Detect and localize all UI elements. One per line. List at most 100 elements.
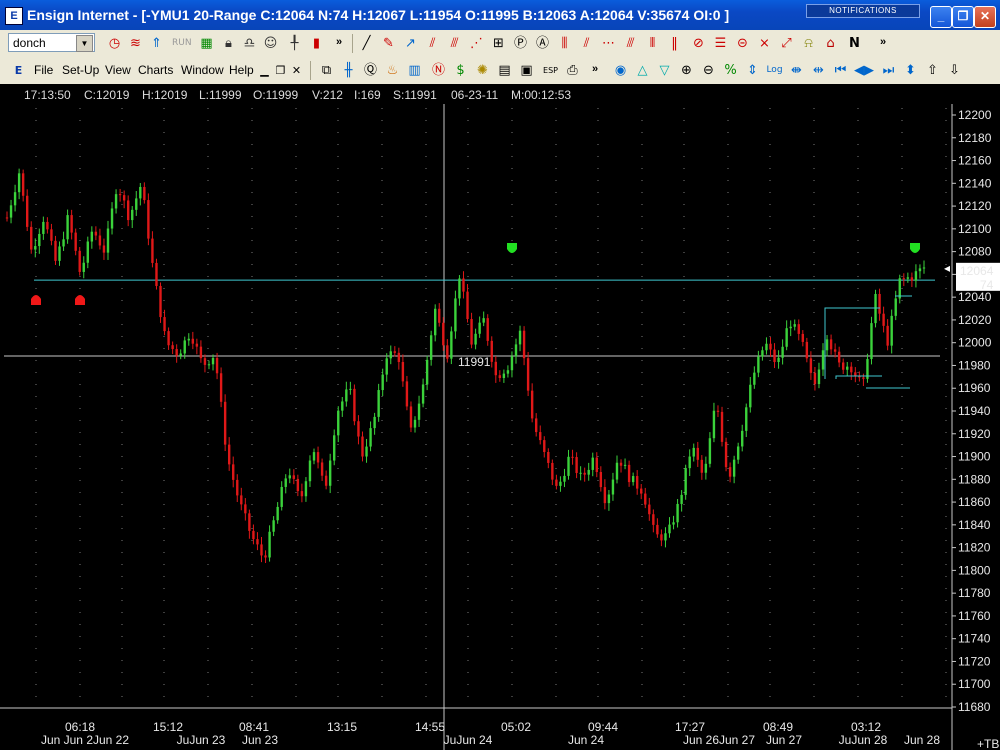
candle-body (769, 343, 772, 350)
notifications-button[interactable]: NOTIFICATIONS (806, 4, 920, 18)
scroll-left-right-icon[interactable]: ◀▶ (854, 62, 874, 79)
candle-body (139, 186, 142, 199)
fib-levels-icon[interactable]: ☰ (712, 35, 729, 52)
log-icon[interactable]: Log (766, 62, 783, 79)
scale-expand-icon[interactable]: ⇕ (744, 62, 761, 79)
candle-body (58, 246, 61, 261)
arrow-down-outline-icon[interactable]: ⇩ (946, 62, 963, 79)
grid-icon[interactable]: ▦ (198, 35, 215, 52)
a-icon[interactable]: Ⓐ (534, 35, 551, 52)
close-button[interactable]: ✕ (974, 6, 996, 28)
up-down-icon[interactable]: ⬍ (902, 62, 919, 79)
scroll-end-icon[interactable]: ⏭ (880, 62, 897, 79)
more-chevron-2[interactable]: » (880, 36, 886, 48)
bar-s: S:11991 (393, 88, 437, 102)
run-icon[interactable]: RUN (172, 35, 192, 52)
price-tick-label: 11960 (958, 381, 991, 395)
fan-icon[interactable]: ⫽ (424, 35, 441, 52)
arc-icon[interactable]: ⤢ (778, 35, 795, 52)
lock-icon[interactable]: 🔒︎ (220, 35, 237, 52)
p-icon[interactable]: Ⓟ (512, 35, 529, 52)
candle-body (429, 335, 433, 360)
candle-body (486, 318, 489, 341)
more-chevron-3[interactable]: » (592, 63, 598, 75)
wave-icon[interactable]: ≋ (127, 35, 144, 52)
esp-icon[interactable]: ESP (542, 62, 559, 79)
ray-icon[interactable]: ↗ (402, 35, 419, 52)
spiral-icon[interactable]: ⊝ (734, 35, 751, 52)
triangle-up-icon[interactable]: △ (634, 62, 651, 79)
menu-window[interactable]: Window (181, 63, 224, 77)
minimize-button[interactable]: _ (930, 6, 952, 28)
candle-body (70, 215, 73, 233)
menu-file[interactable]: File (34, 63, 53, 77)
columns-icon[interactable]: ▥ (406, 62, 423, 79)
candle-body (914, 271, 918, 281)
news-icon[interactable]: Ⓝ (430, 62, 447, 79)
arrow-up-outline-icon[interactable]: ⇧ (924, 62, 941, 79)
chevron-down-icon[interactable]: ▼ (76, 35, 93, 52)
candle-body (405, 381, 409, 407)
percent-icon[interactable]: % (722, 62, 739, 79)
pencil-icon[interactable]: ✎ (380, 35, 397, 52)
scale-icon[interactable]: ♎︎ (241, 35, 258, 52)
fib-time-icon[interactable]: ⦀ (644, 35, 661, 52)
bar-chart-icon[interactable]: ╫ (340, 62, 357, 79)
line-tool-icon[interactable]: ╱ (358, 35, 375, 52)
bar-date: 06-23-11 (451, 88, 499, 102)
child-close-icon[interactable]: ✕ (288, 62, 305, 79)
time-zones-icon[interactable]: ‖ (666, 35, 683, 52)
zoom-out-icon[interactable]: ⊖ (700, 62, 717, 79)
app-menu-icon[interactable]: E (10, 62, 27, 79)
restore-button[interactable]: ❐ (952, 6, 974, 28)
quote-icon[interactable]: Ⓠ (362, 62, 379, 79)
printer-icon[interactable]: ⎙ (564, 62, 581, 79)
child-minimize-icon[interactable]: ▁ (256, 62, 273, 79)
candle-icon[interactable]: ▮ (308, 35, 325, 52)
cycle-icon[interactable]: ⫼ (556, 35, 573, 52)
candle-body (25, 195, 29, 227)
layout-icon[interactable]: ▣ (518, 62, 535, 79)
candle-body (341, 401, 344, 411)
price-chart[interactable]: 11991 12200 12180 12160 12140 12120 12100 1208… (0, 104, 1000, 750)
menu-charts[interactable]: Charts (138, 63, 173, 77)
channel-icon[interactable]: ⫽ (578, 35, 595, 52)
expand-icon[interactable]: ⇹ (810, 62, 827, 79)
regression-icon[interactable]: ⋰ (468, 35, 485, 52)
face-icon[interactable]: ☺ (262, 35, 279, 52)
price-tick-label: 12140 (958, 176, 992, 190)
candle-body (494, 361, 497, 376)
book-icon[interactable]: ▤ (496, 62, 513, 79)
date-tick-label: Jun 24 (568, 733, 604, 747)
alert-icon[interactable]: ✺ (474, 62, 491, 79)
menu-setup[interactable]: Set-Up (62, 63, 99, 77)
fib-fan-icon[interactable]: ⫻ (622, 35, 639, 52)
bell-icon[interactable]: ⍾ (800, 35, 817, 52)
zoom-in-icon[interactable]: ⊕ (678, 62, 695, 79)
dollar-icon[interactable]: $ (452, 62, 469, 79)
windows-icon[interactable]: ⧉ (318, 62, 335, 79)
arrow-up-icon[interactable]: ⇑ (148, 35, 165, 52)
bar-icon[interactable]: ╀ (286, 35, 303, 52)
scroll-start-icon[interactable]: ⏮ (832, 62, 849, 79)
candle-body (890, 315, 893, 346)
compress-icon[interactable]: ⇼ (788, 62, 805, 79)
triangle-down-icon[interactable]: ▽ (656, 62, 673, 79)
study-combo[interactable]: donch ▼ (8, 33, 95, 52)
house-icon[interactable]: ⌂ (822, 35, 839, 52)
more-chevron[interactable]: » (336, 36, 342, 48)
menu-help[interactable]: Help (229, 63, 254, 77)
table-icon[interactable]: ⊞ (490, 35, 507, 52)
menu-view[interactable]: View (105, 63, 131, 77)
fire-icon[interactable]: ♨ (384, 62, 401, 79)
candle-body (9, 205, 13, 218)
child-restore-icon[interactable]: ❐ (272, 62, 289, 79)
circle-icon[interactable]: ⊘ (690, 35, 707, 52)
andrews-icon[interactable]: ⋯ (600, 35, 617, 52)
globe-icon[interactable]: ◉ (612, 62, 629, 79)
cross-icon[interactable]: ⨯ (756, 35, 773, 52)
n-icon[interactable]: N (846, 35, 863, 52)
gann-icon[interactable]: ⫻ (446, 35, 463, 52)
candle-body (349, 388, 352, 390)
clock-icon[interactable]: ◷ (106, 35, 123, 52)
